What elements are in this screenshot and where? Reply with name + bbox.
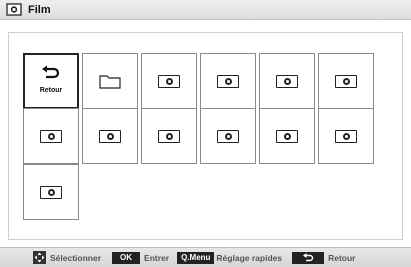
- video-file-icon: [40, 129, 62, 143]
- dpad-icon: [33, 251, 46, 264]
- video-tile[interactable]: [259, 108, 315, 164]
- video-tile[interactable]: [318, 53, 374, 109]
- folder-icon: [99, 75, 121, 89]
- qmenu-hint: Réglage rapides: [216, 252, 283, 263]
- title-bar: Film: [0, 0, 411, 20]
- video-tile[interactable]: [259, 53, 315, 109]
- back-tile[interactable]: Retour: [23, 53, 79, 109]
- video-file-icon: [335, 74, 357, 88]
- back-tile-label: Retour: [39, 86, 63, 94]
- ok-hint: Entrer: [144, 252, 170, 263]
- video-file-icon: [276, 74, 298, 88]
- return-arrow-icon: [303, 253, 314, 262]
- video-file-icon: [217, 129, 239, 143]
- video-tile[interactable]: [23, 164, 79, 220]
- video-file-icon: [217, 74, 239, 88]
- video-tile[interactable]: [82, 108, 138, 164]
- video-file-icon: [40, 185, 62, 199]
- return-arrow-icon: [42, 65, 60, 78]
- page-title: Film: [28, 3, 51, 16]
- video-tile[interactable]: [200, 53, 256, 109]
- qmenu-key-badge: Q.Menu: [177, 251, 215, 264]
- video-file-icon: [335, 129, 357, 143]
- return-hint: Retour: [328, 252, 356, 263]
- folder-tile[interactable]: [82, 53, 138, 109]
- return-key-badge: [292, 251, 325, 264]
- video-file-icon: [158, 129, 180, 143]
- video-file-icon: [99, 129, 121, 143]
- video-file-icon: [276, 129, 298, 143]
- help-bar: Sélectionner OK Entrer Q.Menu Réglage ra…: [0, 247, 411, 267]
- video-tile[interactable]: [318, 108, 374, 164]
- movie-folder-icon: [6, 3, 22, 16]
- ok-key-badge: OK: [112, 251, 141, 264]
- video-tile[interactable]: [141, 53, 197, 109]
- video-file-icon: [158, 74, 180, 88]
- video-tile[interactable]: [23, 108, 79, 164]
- select-hint: Sélectionner: [50, 252, 102, 263]
- video-tile[interactable]: [141, 108, 197, 164]
- thumbnail-grid: Retour: [8, 32, 403, 240]
- video-tile[interactable]: [200, 108, 256, 164]
